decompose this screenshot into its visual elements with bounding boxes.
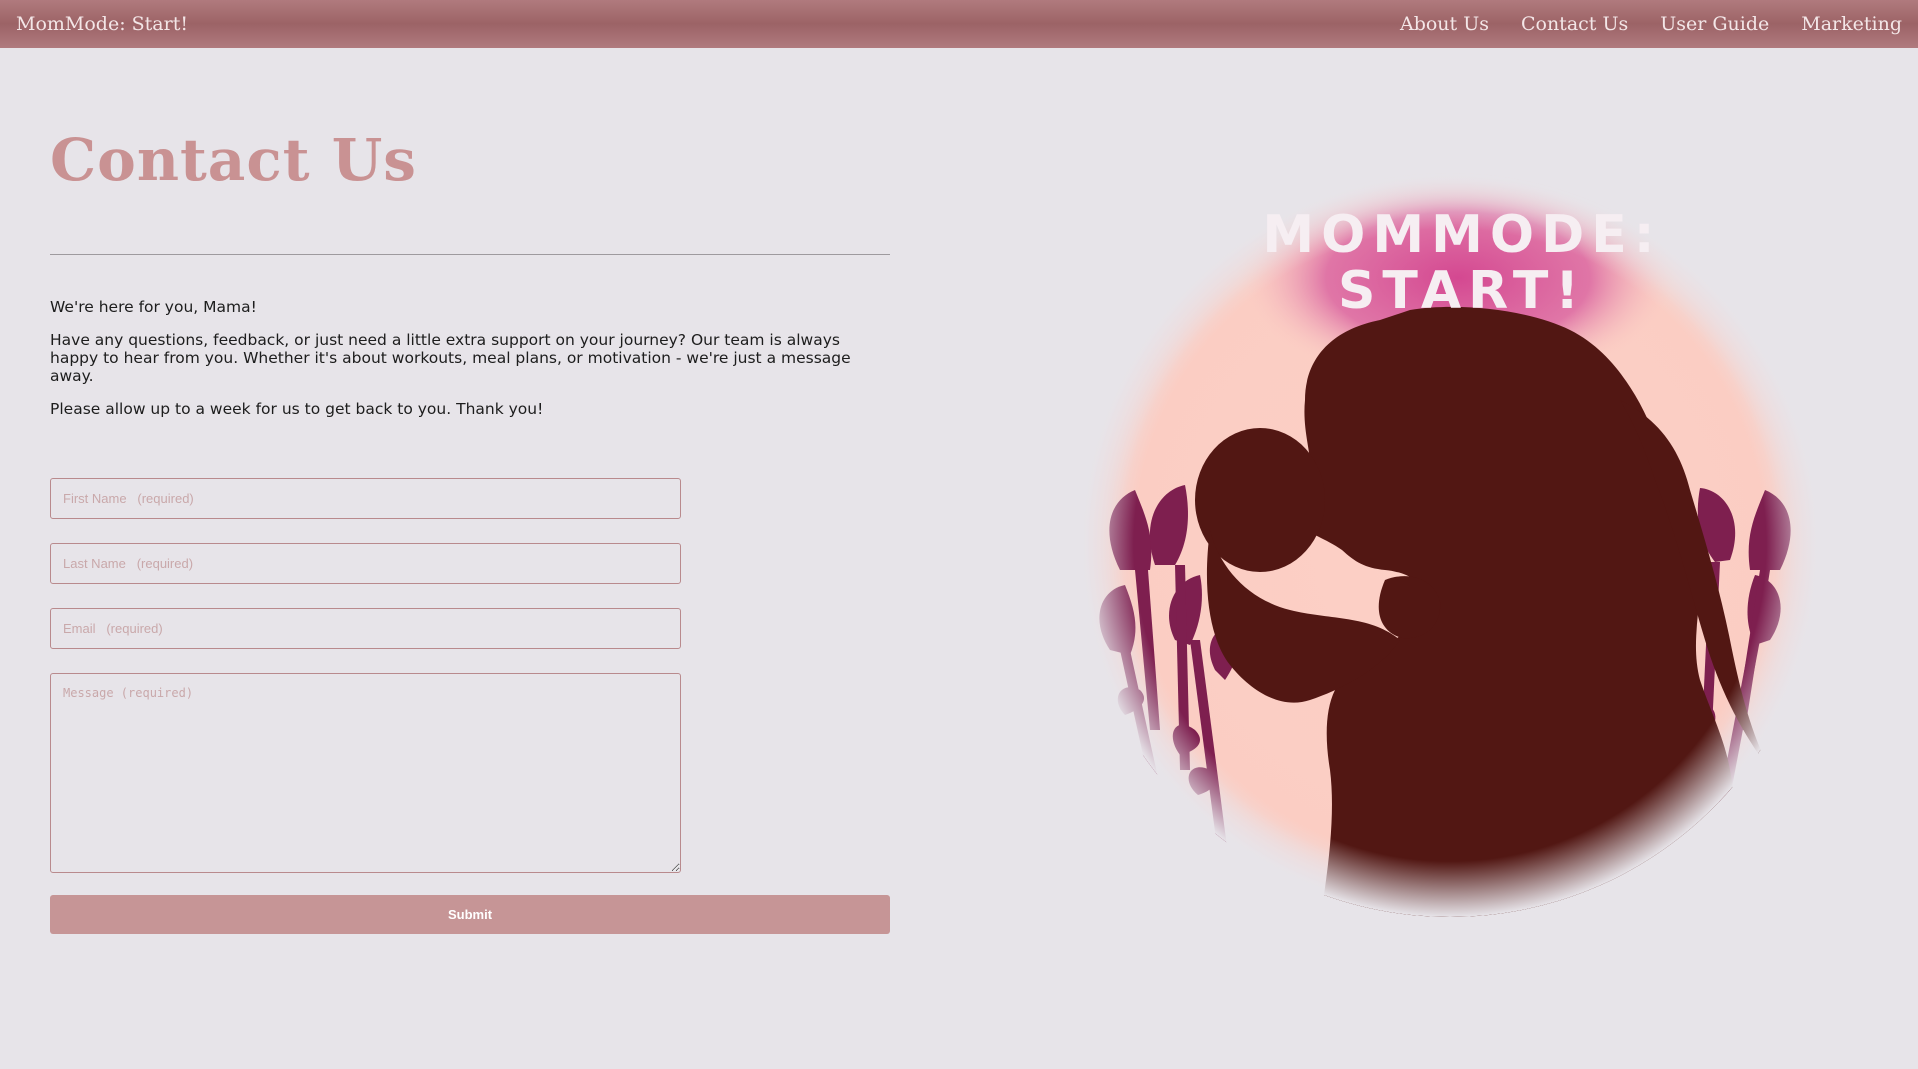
logo-illustration: MOMMODE: START! — [1080, 173, 1820, 917]
contact-form: Submit — [50, 478, 890, 934]
message-textarea[interactable] — [50, 673, 681, 873]
logo-line1: MOMMODE: — [1262, 205, 1661, 265]
submit-button[interactable]: Submit — [50, 895, 890, 934]
top-navbar: MomMode: Start! About Us Contact Us User… — [0, 0, 1918, 48]
nav-links: About Us Contact Us User Guide Marketing — [1400, 13, 1902, 35]
nav-link-user-guide[interactable]: User Guide — [1660, 13, 1769, 35]
intro-description: Have any questions, feedback, or just ne… — [50, 331, 851, 385]
intro-text: We're here for you, Mama! Have any quest… — [50, 298, 890, 418]
nav-link-about-us[interactable]: About Us — [1400, 13, 1489, 35]
intro-greeting: We're here for you, Mama! — [50, 298, 257, 316]
nav-link-contact-us[interactable]: Contact Us — [1521, 13, 1628, 35]
contact-section: Contact Us We're here for you, Mama! Hav… — [50, 120, 890, 934]
last-name-input[interactable] — [50, 543, 681, 584]
logo-line2: START! — [1338, 261, 1586, 321]
intro-response-time: Please allow up to a week for us to get … — [50, 400, 544, 418]
brand-link[interactable]: MomMode: Start! — [16, 13, 188, 35]
first-name-input[interactable] — [50, 478, 681, 519]
title-divider — [50, 254, 890, 255]
page-title: Contact Us — [50, 126, 417, 194]
nav-link-marketing[interactable]: Marketing — [1801, 13, 1902, 35]
brand-logo: MOMMODE: START! — [1080, 170, 1820, 920]
email-input[interactable] — [50, 608, 681, 649]
